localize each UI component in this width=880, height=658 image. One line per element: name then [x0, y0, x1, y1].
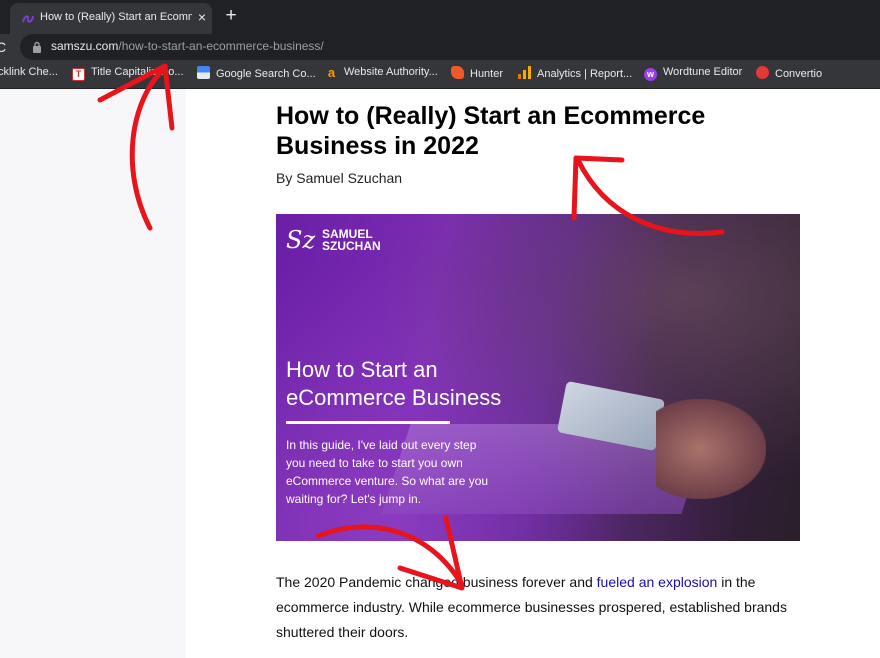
bookmark-convertio[interactable]: Convertio — [756, 66, 822, 82]
featured-image-body-line: eCommerce venture. So what are you — [286, 474, 489, 488]
bookmark-wordtune[interactable]: w Wordtune Editor — [644, 66, 742, 82]
new-tab-button[interactable]: + — [222, 6, 240, 26]
reload-icon[interactable]: C — [0, 36, 10, 58]
page-content: How to (Really) Start an Ecommerce Busin… — [0, 89, 880, 658]
bookmark-label: Google Search Co... — [216, 68, 316, 81]
bookmark-title-capitalization[interactable]: T Title Capitalizatio... — [72, 66, 184, 82]
featured-image-heading-line: How to Start an — [286, 357, 438, 382]
tab-strip: How to (Really) Start an Ecomm × + — [0, 0, 880, 34]
bookmark-label: cklink Che... — [0, 66, 58, 79]
article-title: How to (Really) Start an Ecommerce Busin… — [276, 102, 706, 160]
bookmarks-bar: cklink Che... T Title Capitalizatio... Go… — [0, 60, 880, 89]
wordtune-icon: w — [644, 68, 657, 81]
featured-image-divider — [286, 421, 450, 424]
article-intro-paragraph: The 2020 Pandemic changed business forev… — [276, 570, 816, 645]
hand-illustration — [656, 399, 766, 499]
amazon-icon: a — [325, 66, 338, 80]
featured-image-heading-line: eCommerce Business — [286, 385, 502, 410]
address-bar[interactable]: samszu.com/how-to-start-an-ecommerce-bus… — [20, 34, 880, 60]
featured-image: Sz SAMUEL SZUCHAN How to Start an eComme… — [276, 214, 800, 541]
bookmark-label: Title Capitalizatio... — [91, 66, 184, 79]
tab-close-icon[interactable]: × — [194, 8, 210, 26]
url-host: samszu.com — [51, 39, 119, 53]
title-capitalization-icon: T — [72, 68, 85, 81]
bookmark-label: Wordtune Editor — [663, 66, 743, 79]
url-path: /how-to-start-an-ecommerce-business/ — [118, 39, 324, 53]
article-byline: By Samuel Szuchan — [276, 170, 403, 186]
bookmark-analytics[interactable]: Analytics | Report... — [518, 66, 632, 82]
featured-image-body-line: In this guide, I've laid out every step — [286, 438, 477, 452]
url-text[interactable]: samszu.com/how-to-start-an-ecommerce-bus… — [51, 39, 324, 53]
brand-logo-line: SZUCHAN — [322, 239, 381, 253]
lock-icon[interactable] — [32, 41, 42, 53]
google-search-console-icon — [197, 66, 210, 79]
analytics-icon — [518, 66, 531, 79]
browser-toolbar: C samszu.com/how-to-start-an-ecommerce-b… — [0, 34, 880, 60]
bookmark-label: Analytics | Report... — [537, 68, 633, 81]
bookmark-hunter[interactable]: Hunter — [451, 66, 503, 82]
tab-active[interactable]: How to (Really) Start an Ecomm × — [10, 3, 212, 34]
featured-image-heading: How to Start an eCommerce Business — [286, 356, 546, 412]
featured-image-body-line: you need to take to start you own — [286, 456, 463, 470]
tab-title: How to (Really) Start an Ecomm — [40, 11, 192, 23]
bookmark-label: Hunter — [470, 68, 504, 81]
convertio-icon — [756, 66, 769, 79]
bookmark-website-authority[interactable]: a Website Authority... — [325, 66, 438, 82]
bookmark-label: Website Authority... — [344, 66, 438, 79]
bookmark-label: Convertio — [775, 68, 823, 81]
brand-logo-text: SAMUEL SZUCHAN — [322, 228, 412, 252]
hunter-icon — [451, 66, 464, 79]
featured-image-body: In this guide, I've laid out every step … — [286, 436, 526, 508]
paragraph-text: The 2020 Pandemic changed business forev… — [276, 574, 597, 590]
brand-logo-mark: Sz — [286, 226, 316, 254]
bookmark-backlink-checker[interactable]: cklink Che... — [0, 66, 58, 82]
bookmark-google-search-console[interactable]: Google Search Co... — [197, 66, 316, 82]
site-favicon-icon — [22, 15, 34, 23]
left-sidebar — [0, 89, 186, 658]
featured-image-body-line: waiting for? Let's jump in. — [286, 492, 422, 506]
fueled-an-explosion-link[interactable]: fueled an explosion — [597, 574, 718, 590]
